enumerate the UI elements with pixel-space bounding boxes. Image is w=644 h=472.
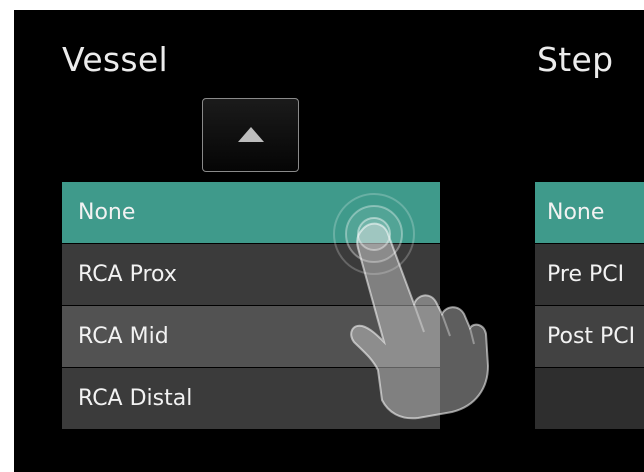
step-column-title: Step	[537, 40, 614, 79]
vessel-item-none[interactable]: None	[62, 182, 440, 243]
vessel-item-rca-mid[interactable]: RCA Mid	[62, 306, 440, 367]
step-item-label: Pre PCI	[547, 262, 625, 287]
vessel-column-title: Vessel	[62, 40, 168, 79]
vessel-item-label: RCA Distal	[78, 386, 193, 411]
vessel-item-rca-distal[interactable]: RCA Distal	[62, 368, 440, 429]
vessel-item-label: RCA Mid	[78, 324, 169, 349]
step-item-label: Post PCI	[547, 324, 636, 349]
vessel-scroll-up-button[interactable]	[202, 98, 299, 172]
touch-screen: Vessel Step None RCA Prox RCA Mid RCA Di…	[14, 10, 644, 472]
step-item-post-pci[interactable]: Post PCI	[535, 306, 644, 367]
triangle-up-icon	[238, 127, 264, 142]
step-list: None Pre PCI Post PCI	[535, 182, 644, 430]
step-item-label: None	[547, 200, 605, 225]
step-item-pre-pci[interactable]: Pre PCI	[535, 244, 644, 305]
step-item-none[interactable]: None	[535, 182, 644, 243]
step-item-empty[interactable]	[535, 368, 644, 429]
vessel-item-label: None	[78, 200, 136, 225]
vessel-item-rca-prox[interactable]: RCA Prox	[62, 244, 440, 305]
vessel-item-label: RCA Prox	[78, 262, 177, 287]
vessel-list: None RCA Prox RCA Mid RCA Distal	[62, 182, 440, 430]
